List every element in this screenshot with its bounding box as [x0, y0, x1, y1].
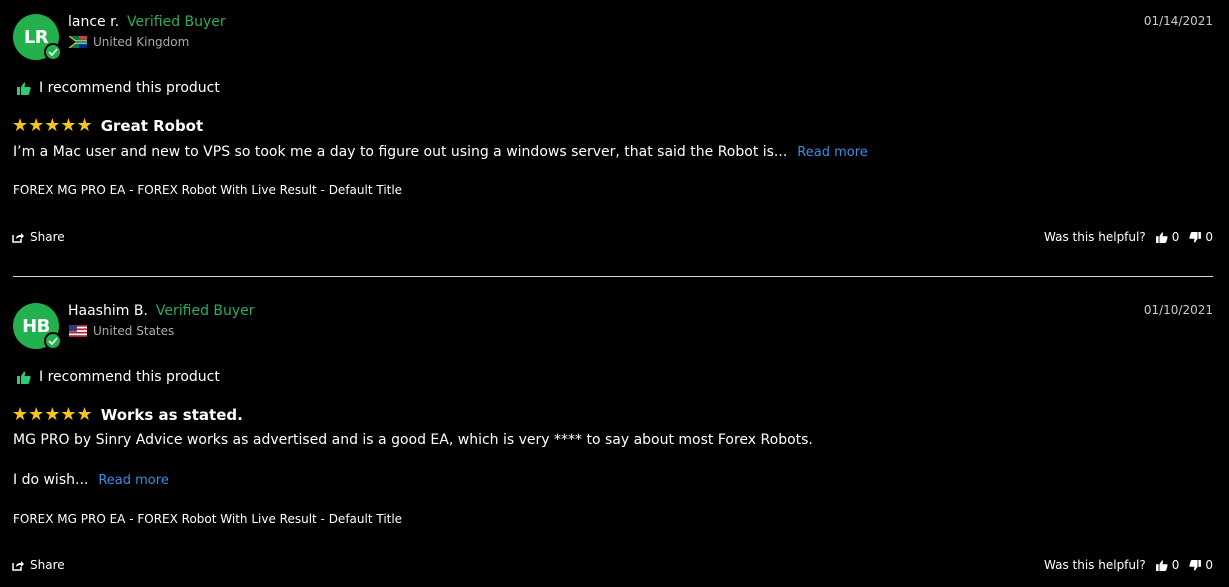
thumbs-up-icon — [1155, 559, 1168, 571]
share-label: Share — [30, 558, 65, 572]
rating-row: ★★★★★ Works as stated. — [12, 404, 243, 425]
thumbs-up-icon — [1155, 231, 1168, 243]
review-text: MG PRO by Sinry Advice works as advertis… — [13, 432, 813, 448]
share-icon — [12, 232, 24, 243]
avatar-initials: HB — [22, 315, 50, 337]
read-more-link[interactable]: Read more — [797, 145, 867, 160]
thumbs-up-icon — [17, 82, 31, 95]
helpful-label: Was this helpful? — [1044, 558, 1146, 572]
recommend-text: I recommend this product — [39, 80, 220, 96]
vote-up-count: 0 — [1171, 230, 1180, 244]
divider — [13, 276, 1213, 277]
recommend-text: I recommend this product — [39, 369, 220, 385]
helpful-label: Was this helpful? — [1044, 230, 1146, 244]
vote-down-count: 0 — [1205, 230, 1213, 244]
thumbs-down-icon — [1189, 559, 1202, 571]
share-button[interactable]: Share — [12, 230, 65, 244]
vote-down-button[interactable]: 0 — [1189, 230, 1213, 244]
recommend-row: I recommend this product — [17, 80, 220, 96]
country-name: United Kingdom — [93, 35, 190, 49]
flag-icon — [69, 325, 87, 337]
vote-up-button[interactable]: 0 — [1155, 558, 1180, 572]
review-body-continued: I do wish... Read more — [13, 470, 169, 491]
review-text-2: I do wish... — [13, 472, 89, 488]
verified-badge-icon — [44, 332, 62, 350]
vote-up-button[interactable]: 0 — [1155, 230, 1180, 244]
share-icon — [12, 560, 24, 571]
product-name: FOREX MG PRO EA - FOREX Robot With Live … — [13, 183, 403, 197]
vote-down-button[interactable]: 0 — [1189, 558, 1213, 572]
country-name: United States — [93, 324, 175, 338]
review-date: 01/14/2021 — [1143, 14, 1213, 28]
reviewer-name-row: Haashim B. Verified Buyer — [68, 303, 255, 319]
share-label: Share — [30, 230, 65, 244]
review-body: MG PRO by Sinry Advice works as advertis… — [13, 430, 813, 450]
reviewer-country: United Kingdom — [69, 35, 189, 49]
flag-icon — [69, 36, 87, 48]
verified-badge-icon — [44, 43, 62, 61]
verified-buyer-label: Verified Buyer — [155, 303, 255, 319]
review-text: I’m a Mac user and new to VPS so took me… — [13, 144, 788, 160]
helpful-row: Was this helpful? 0 0 — [1044, 558, 1213, 572]
thumbs-down-icon — [1189, 231, 1202, 243]
reviewer-name: Haashim B. — [68, 303, 148, 319]
reviewer-name: lance r. — [68, 14, 120, 30]
share-button[interactable]: Share — [12, 558, 65, 572]
vote-up-count: 0 — [1171, 558, 1180, 572]
star-rating: ★★★★★ — [12, 404, 93, 425]
verified-buyer-label: Verified Buyer — [127, 14, 226, 30]
thumbs-up-icon — [17, 371, 31, 384]
helpful-row: Was this helpful? 0 0 — [1044, 230, 1213, 244]
review-body: I’m a Mac user and new to VPS so took me… — [13, 142, 868, 163]
review-title: Great Robot — [100, 117, 204, 135]
vote-down-count: 0 — [1205, 558, 1213, 572]
recommend-row: I recommend this product — [17, 369, 220, 385]
avatar-initials: LR — [23, 26, 49, 48]
star-rating: ★★★★★ — [12, 115, 93, 136]
reviewer-name-row: lance r. Verified Buyer — [68, 14, 226, 30]
review-date: 01/10/2021 — [1143, 303, 1213, 317]
reviewer-country: United States — [69, 324, 174, 338]
review-title: Works as stated. — [100, 406, 243, 424]
rating-row: ★★★★★ Great Robot — [12, 115, 204, 136]
product-name: FOREX MG PRO EA - FOREX Robot With Live … — [13, 512, 403, 526]
read-more-link[interactable]: Read more — [98, 473, 168, 488]
